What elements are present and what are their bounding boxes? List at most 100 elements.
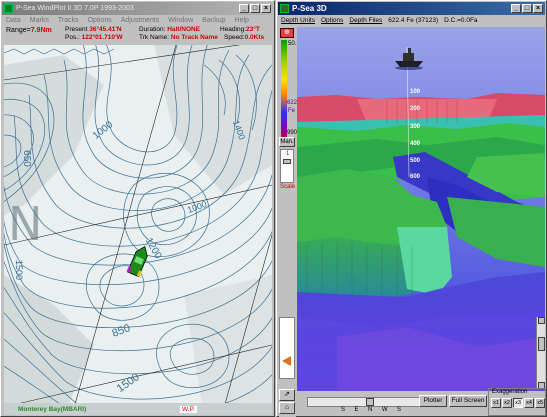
minimize-button[interactable]: _	[239, 4, 249, 13]
app-icon	[280, 4, 289, 13]
chart-window: P-Sea WindPlot II 3D 7.0P 1993-2003 _ □ …	[0, 0, 275, 417]
present-readout: Present 36°45.41'N	[65, 26, 122, 33]
exaggeration-x3-button[interactable]: x3	[513, 398, 523, 408]
vertical-scrollbar[interactable]	[536, 317, 545, 389]
chart-source-label: Monterey Bay(MBARI)	[18, 406, 87, 413]
menu-window[interactable]: Window	[168, 15, 193, 26]
manual-button[interactable]: Man.	[279, 137, 295, 147]
compass-n: N	[368, 407, 373, 413]
view-angle-button[interactable]: ⇗	[279, 389, 295, 401]
close-button[interactable]: ×	[261, 4, 271, 13]
3d-window-title: P-Sea 3D	[292, 4, 327, 13]
status-depth: 622.4 Fe (37123)	[388, 17, 439, 24]
manual-value: 1	[286, 151, 290, 157]
bathymetric-chart[interactable]: N 1000 650 1200 850 1500 1500 1000 1400 …	[4, 45, 272, 415]
range-value: 7.9Nm	[30, 27, 52, 34]
legend-mid-unit: Fe	[288, 108, 296, 114]
waypoint-indicator[interactable]: W.P.	[180, 406, 197, 413]
depth-legend-panel: ⊕ 50.1 622.4 Fe 990. Man. 1 Scale ⇗ ⌂	[279, 27, 302, 417]
compass-s1: S	[341, 407, 346, 413]
home-view-button[interactable]: ⌂	[279, 402, 295, 414]
menu-options[interactable]: Options	[88, 15, 112, 26]
speed-readout: Speed:0.0Kts	[224, 34, 264, 41]
status-dc: D.C.=0.0Fa	[444, 17, 478, 24]
duration-label: Duration:	[139, 26, 166, 33]
heading-label: Heading:	[220, 26, 247, 33]
range-label: Range=	[6, 27, 31, 34]
exaggeration-label: Exaggeration	[492, 389, 528, 395]
close-button[interactable]: ×	[533, 4, 543, 13]
exaggeration-x4-button[interactable]: x4	[524, 398, 534, 408]
maximize-button[interactable]: □	[250, 4, 260, 13]
chart-window-title: P-Sea WindPlot II 3D 7.0P 1993-2003	[16, 5, 134, 12]
compass-e: E	[354, 407, 359, 413]
contour-label: 650	[20, 150, 32, 167]
full-screen-button[interactable]: Full Screen	[449, 395, 487, 407]
plotter-button[interactable]: Plotter	[419, 395, 447, 407]
pos-value: 122°01.710'W	[81, 34, 123, 41]
depth-marker-100: 100	[410, 89, 421, 95]
3d-bottom-toolbar: S E N W S Plotter Full Screen Exaggerati…	[297, 388, 546, 417]
exaggeration-x1-button[interactable]: x1	[491, 398, 501, 408]
contour-label: 1500	[14, 259, 25, 281]
menu-depth-units[interactable]: Depth Units	[281, 15, 315, 26]
pos-label: Pos.:	[65, 34, 80, 41]
vertical-scroll-thumb[interactable]	[538, 337, 545, 351]
menu-options[interactable]: Options	[321, 15, 343, 26]
pitch-pointer-icon[interactable]	[282, 356, 291, 366]
menu-tracks[interactable]: Tracks	[58, 15, 79, 26]
range-readout: Range=7.9Nm	[6, 27, 52, 34]
menu-adjustments[interactable]: Adjustments	[121, 15, 160, 26]
chart-window-titlebar[interactable]: P-Sea WindPlot II 3D 7.0P 1993-2003 _ □ …	[2, 2, 273, 15]
contour-map-graphic: N	[4, 45, 272, 415]
speed-value: 0.0Kts	[244, 34, 265, 41]
crosshair-icon[interactable]: ⊕	[280, 28, 294, 38]
compass-s2: S	[396, 407, 401, 413]
nav-info-bar: Range=7.9Nm Present 36°45.41'N Pos.: 122…	[3, 26, 272, 44]
pos-readout: Pos.: 122°01.710'W	[65, 34, 123, 41]
heading-value: 23°T	[246, 26, 260, 33]
scale-label: Scale	[280, 184, 296, 190]
exaggeration-group: Exaggeration x1 x2 x3 x4 x5	[488, 388, 546, 416]
present-value: 36°45.41'N	[89, 26, 122, 33]
heading-scrollbar[interactable]	[307, 397, 425, 407]
scale-slider-thumb[interactable]	[283, 159, 291, 164]
compass-labels: S E N W S	[341, 407, 401, 415]
menu-data[interactable]: Data	[6, 15, 21, 26]
pitch-slider[interactable]	[279, 317, 295, 379]
menu-marks[interactable]: Marks	[30, 15, 49, 26]
depth-marker-600: 600	[410, 174, 421, 180]
present-label: Present	[65, 26, 88, 33]
duration-readout: Duration: Halt/NONE	[139, 26, 200, 33]
exaggeration-x5-button[interactable]: x5	[535, 398, 545, 408]
exaggeration-x2-button[interactable]: x2	[502, 398, 512, 408]
track-name-readout: Trk Name: No Track Name	[139, 34, 218, 41]
depth-marker-300: 300	[410, 124, 421, 130]
trk-value: No Track Name	[170, 34, 218, 41]
maximize-button[interactable]: □	[522, 4, 532, 13]
scroll-up-button[interactable]	[538, 317, 545, 324]
chart-footer: Monterey Bay(MBARI) W.P.	[4, 406, 272, 415]
svg-text:N: N	[8, 197, 42, 251]
3d-menubar: Depth Units Options Depth Files 622.4 Fe…	[278, 15, 545, 26]
3d-view-window: P-Sea 3D _ □ × Depth Units Options Depth…	[276, 0, 547, 417]
menu-depth-files[interactable]: Depth Files	[349, 15, 382, 26]
duration-value: Halt/NONE	[167, 26, 201, 33]
scale-slider[interactable]: 1	[280, 149, 294, 183]
compass-w: W	[381, 407, 388, 413]
minimize-button[interactable]: _	[511, 4, 521, 13]
heading-readout: Heading:23°T	[220, 26, 260, 33]
depth-marker-500: 500	[410, 158, 421, 164]
3d-window-titlebar[interactable]: P-Sea 3D _ □ ×	[278, 2, 545, 15]
depth-marker-200: 200	[410, 106, 421, 112]
heading-scroll-thumb[interactable]	[366, 398, 374, 406]
chart-menubar: Data Marks Tracks Options Adjustments Wi…	[2, 15, 273, 26]
menu-backup[interactable]: Backup	[202, 15, 225, 26]
app-icon	[4, 4, 13, 13]
3d-terrain-view[interactable]: 100 200 300 400 500 600	[297, 27, 545, 391]
terrain-graphic	[297, 27, 545, 391]
trk-label: Trk Name:	[139, 34, 170, 41]
menu-help[interactable]: Help	[235, 15, 249, 26]
speed-label: Speed:	[224, 34, 245, 41]
depth-marker-400: 400	[410, 141, 421, 147]
